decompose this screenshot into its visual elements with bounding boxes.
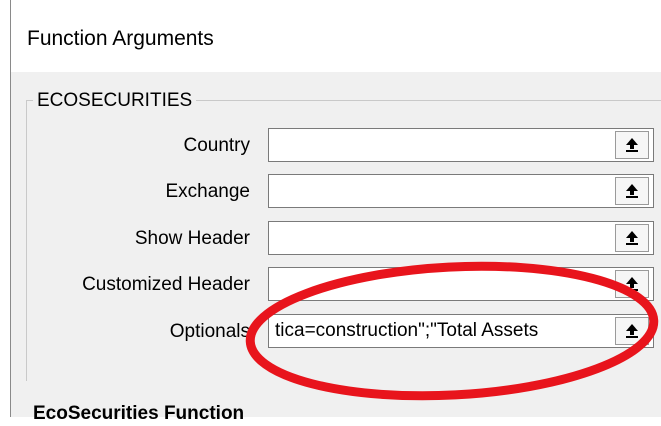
collapse-up-arrow-icon bbox=[626, 231, 638, 245]
show-header-label: Show Header bbox=[134, 228, 250, 249]
country-collapse-button[interactable] bbox=[615, 131, 649, 159]
exchange-label: Exchange bbox=[165, 181, 250, 202]
country-input[interactable] bbox=[268, 128, 654, 162]
customized-header-input[interactable] bbox=[268, 267, 654, 301]
show-header-collapse-button[interactable] bbox=[615, 224, 649, 252]
collapse-up-arrow-icon bbox=[626, 324, 638, 338]
collapse-up-arrow-icon bbox=[626, 184, 638, 198]
optionals-label: Optionals bbox=[169, 321, 250, 342]
function-name-label: ECOSECURITIES bbox=[33, 89, 197, 113]
optionals-collapse-button[interactable] bbox=[615, 317, 649, 345]
exchange-input[interactable] bbox=[268, 174, 654, 208]
customized-header-collapse-button[interactable] bbox=[615, 270, 649, 298]
exchange-collapse-button[interactable] bbox=[615, 177, 649, 205]
country-label: Country bbox=[183, 135, 250, 156]
dialog-header: Function Arguments bbox=[11, 0, 661, 72]
collapse-up-arrow-icon bbox=[626, 138, 638, 152]
dialog-title: Function Arguments bbox=[27, 27, 214, 50]
function-arguments-dialog: Function Arguments ECOSECURITIES Country… bbox=[10, 0, 661, 424]
show-header-input[interactable] bbox=[268, 221, 654, 255]
function-description-title: EcoSecurities Function bbox=[33, 403, 245, 424]
customized-header-label: Customized Header bbox=[82, 274, 250, 295]
collapse-up-arrow-icon bbox=[626, 277, 638, 291]
optionals-input[interactable]: tica=construction";"Total Assets bbox=[268, 314, 654, 348]
